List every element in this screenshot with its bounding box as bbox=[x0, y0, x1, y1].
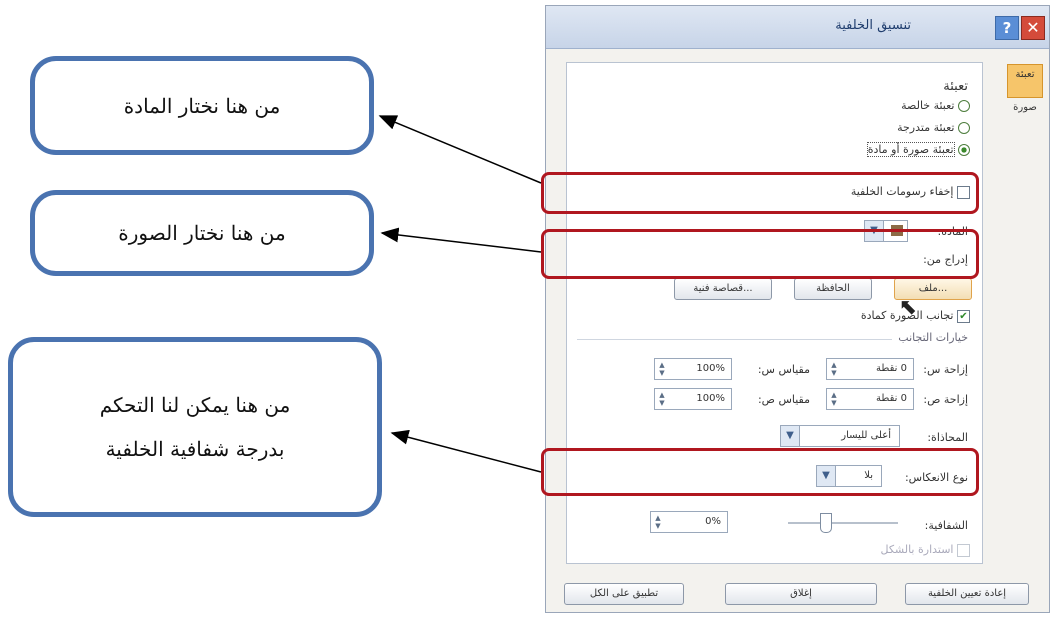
checkbox-icon bbox=[957, 543, 970, 557]
dialog-title: تنسيق الخلفية bbox=[835, 18, 911, 33]
arrow-to-callout-material bbox=[378, 115, 542, 184]
arrow-to-callout-transparency bbox=[390, 429, 542, 473]
callout-material: من هنا نختار المادة bbox=[30, 56, 374, 155]
alignment-label: المحاذاة: bbox=[927, 431, 968, 444]
highlight-box-mirror-type bbox=[541, 448, 979, 496]
tiling-options-heading: خيارات التجانب bbox=[898, 331, 968, 344]
chevron-down-icon: ▼ bbox=[781, 426, 800, 446]
transparency-label: الشفافية: bbox=[924, 519, 968, 532]
offset-x-value: 0 نقطة bbox=[876, 363, 907, 374]
radio-picture-fill-label: تعبئة صورة أو مادة bbox=[866, 142, 955, 157]
scale-y-stepper[interactable]: ▲ ▼ 100% bbox=[654, 388, 732, 410]
spin-arrows-icon[interactable]: ▲ ▼ bbox=[829, 391, 839, 407]
transparency-slider-thumb[interactable] bbox=[820, 513, 832, 533]
spin-arrows-icon[interactable]: ▲ ▼ bbox=[657, 391, 667, 407]
scale-x-value: 100% bbox=[696, 363, 725, 374]
offset-x-label: إزاحة س: bbox=[923, 363, 968, 376]
scale-x-label: مقياس س: bbox=[757, 363, 810, 376]
alignment-value: أعلى لليسار bbox=[841, 430, 891, 441]
callout-picture-text: من هنا نختار الصورة bbox=[118, 221, 286, 245]
close-icon[interactable]: ✕ bbox=[1021, 16, 1045, 40]
radio-icon[interactable] bbox=[958, 100, 970, 112]
offset-x-stepper[interactable]: ▲ ▼ 0 نقطة bbox=[826, 358, 914, 380]
clipart-button[interactable]: قصاصة فنية... bbox=[674, 278, 772, 300]
rotate-with-shape-label: استدارة بالشكل bbox=[880, 543, 954, 556]
radio-icon[interactable] bbox=[958, 144, 970, 156]
arrow-to-callout-picture bbox=[380, 227, 542, 253]
checkbox-icon[interactable]: ✔ bbox=[957, 309, 970, 323]
transparency-stepper[interactable]: ▲ ▼ 0% bbox=[650, 511, 728, 533]
callout-transparency-line1: من هنا يمكن لنا التحكم bbox=[99, 393, 291, 417]
callout-transparency-line2: بدرجة شفافية الخلفية bbox=[105, 437, 285, 461]
spin-arrows-icon[interactable]: ▲ ▼ bbox=[657, 361, 667, 377]
callout-material-text: من هنا نختار المادة bbox=[123, 93, 281, 118]
transparency-slider[interactable] bbox=[788, 522, 898, 524]
scale-x-stepper[interactable]: ▲ ▼ 100% bbox=[654, 358, 732, 380]
section-fill-heading: تعبئة bbox=[943, 79, 968, 94]
highlight-box-insert-from bbox=[541, 229, 979, 279]
apply-to-all-button[interactable]: تطبيق على الكل bbox=[564, 583, 684, 605]
offset-y-label: إزاحة ص: bbox=[923, 393, 968, 406]
callout-transparency: من هنا يمكن لنا التحكم بدرجة شفافية الخل… bbox=[8, 337, 382, 517]
section-divider bbox=[577, 339, 892, 340]
scale-y-value: 100% bbox=[696, 393, 725, 404]
radio-gradient-fill[interactable]: تعبئة متدرجة bbox=[897, 121, 970, 134]
alignment-dropdown[interactable]: ▼ أعلى لليسار bbox=[780, 425, 900, 447]
scale-y-label: مقياس ص: bbox=[757, 393, 810, 406]
offset-y-value: 0 نقطة bbox=[876, 393, 907, 404]
rotate-with-shape-option: استدارة بالشكل bbox=[881, 543, 970, 557]
offset-y-stepper[interactable]: ▲ ▼ 0 نقطة bbox=[826, 388, 914, 410]
radio-picture-fill[interactable]: تعبئة صورة أو مادة bbox=[866, 142, 970, 157]
tab-fill[interactable]: تعبئة bbox=[1007, 64, 1043, 98]
close-button[interactable]: إغلاق bbox=[725, 583, 877, 605]
reset-background-button[interactable]: إعادة تعيين الخلفية bbox=[905, 583, 1029, 605]
spin-arrows-icon[interactable]: ▲ ▼ bbox=[653, 514, 663, 530]
help-icon[interactable]: ? bbox=[995, 16, 1019, 40]
tab-picture[interactable]: صورة bbox=[1007, 98, 1043, 117]
clipboard-button[interactable]: الحافظة bbox=[794, 278, 872, 300]
callout-picture: من هنا نختار الصورة bbox=[30, 190, 374, 276]
radio-solid-fill-label: تعبئة خالصة bbox=[901, 99, 955, 112]
radio-gradient-fill-label: تعبئة متدرجة bbox=[897, 121, 955, 134]
spin-arrows-icon[interactable]: ▲ ▼ bbox=[829, 361, 839, 377]
highlight-box-hide-graphics bbox=[541, 172, 979, 214]
radio-icon[interactable] bbox=[958, 122, 970, 134]
dialog-titlebar: تنسيق الخلفية ? ✕ bbox=[546, 6, 1049, 49]
tile-picture-label: تجانب الصورة كمادة bbox=[860, 309, 954, 322]
format-background-dialog: تنسيق الخلفية ? ✕ تعبئة صورة تعبئة تعبئة… bbox=[545, 5, 1050, 613]
tile-picture-option[interactable]: ✔ تجانب الصورة كمادة bbox=[861, 309, 970, 323]
transparency-value: 0% bbox=[705, 516, 721, 527]
category-tabs: تعبئة صورة bbox=[1007, 64, 1043, 117]
radio-solid-fill[interactable]: تعبئة خالصة bbox=[901, 99, 970, 112]
